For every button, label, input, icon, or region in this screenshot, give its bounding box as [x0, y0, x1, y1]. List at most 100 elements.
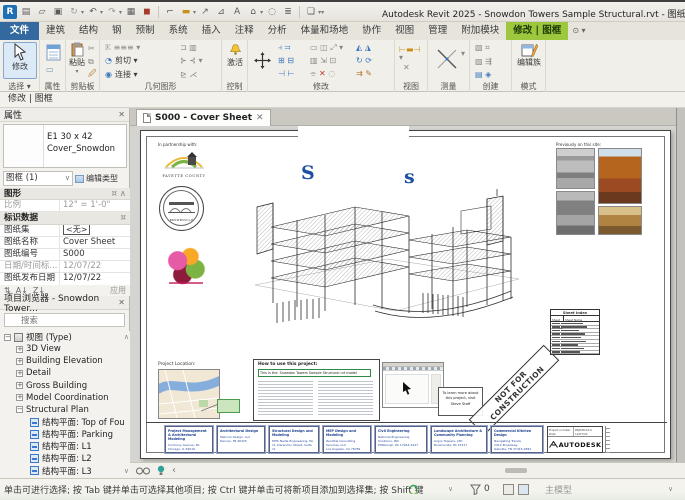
customize-qat-icon[interactable]: ▾	[321, 9, 324, 16]
status-right-dropdown-icon[interactable]: ∨	[668, 485, 673, 493]
move-icon[interactable]	[254, 52, 271, 69]
mirror-icon[interactable]: ◭ ◮	[356, 44, 371, 52]
offset-icon[interactable]: ⊞ ⊟	[278, 57, 294, 65]
tab-precast[interactable]: 预制	[129, 22, 162, 40]
issue-date-value[interactable]: 12/07/22	[60, 273, 130, 284]
browser-item-plan-parking[interactable]: 结构平面: Parking	[0, 428, 130, 440]
tab-modify-titleblock[interactable]: 修改 | 图框	[506, 22, 568, 40]
print-icon[interactable]: ▦	[124, 5, 138, 19]
align-icon[interactable]: ⫞ ⫤	[278, 44, 291, 52]
panel-label-measure[interactable]: 测量	[428, 81, 469, 92]
expand-icon[interactable]: +	[16, 382, 23, 389]
edit-family-button[interactable]: 编辑族	[516, 42, 542, 67]
activate-controls-button[interactable]: 激活	[225, 43, 245, 68]
sheet-set-value[interactable]: <无>	[63, 225, 90, 235]
modify-button[interactable]: 修改	[3, 42, 37, 79]
collapse-icon[interactable]: −	[16, 406, 23, 413]
edit-type-button[interactable]: 编辑类型	[75, 171, 127, 186]
sync-dropdown-icon[interactable]: ▾	[81, 9, 84, 16]
tab-massing-site[interactable]: 体量和场地	[294, 22, 356, 40]
panel-label-select[interactable]: 选择 ▾	[0, 81, 39, 92]
tab-annotate[interactable]: 注释	[228, 22, 261, 40]
tab-collaborate[interactable]: 协作	[355, 22, 388, 40]
editing-requests-icon[interactable]	[503, 484, 514, 495]
sync-icon[interactable]: ↻	[67, 5, 81, 19]
modify-grid-row3[interactable]: ⌯ ✕ ◌	[310, 70, 335, 78]
panel-label-mode[interactable]: 模式	[512, 81, 545, 92]
cut-small-icon[interactable]: ✂	[88, 45, 95, 53]
paste-button[interactable]: 粘贴 ▾	[68, 42, 86, 75]
tab-s000-cover-sheet[interactable]: S000 - Cover Sheet ✕	[136, 109, 271, 126]
browser-item-structural-plan[interactable]: −Structural Plan	[0, 404, 130, 416]
tab-insert[interactable]: 插入	[195, 22, 228, 40]
panel-label-modify[interactable]: 修改	[248, 81, 394, 92]
measure-tool-icon[interactable]	[436, 46, 458, 72]
scroll-down-icon[interactable]: ∨	[124, 467, 129, 475]
measure-icon[interactable]: ▬	[179, 5, 193, 19]
modify-grid-row2[interactable]: ▥ ⇲ ⊡	[310, 57, 336, 65]
browser-item-views[interactable]: −视图 (Type)∧	[0, 331, 130, 343]
trim-icon[interactable]: ⊣ ⊢	[278, 70, 294, 78]
expand-icon[interactable]: +	[16, 346, 23, 353]
redo-dropdown-icon[interactable]: ▾	[119, 9, 122, 16]
panel-label-geometry[interactable]: 几何图形	[100, 81, 221, 92]
aligned-dimension-icon[interactable]: ↗	[198, 5, 212, 19]
save-icon[interactable]: ▣	[51, 5, 65, 19]
geometry-small-icon-1[interactable]: ⊐ ▥	[180, 44, 197, 52]
cut-geometry-button[interactable]: ◔剪切 ▾	[105, 57, 138, 65]
panel-label-view[interactable]: 视图	[395, 81, 427, 92]
create-assembly-icon[interactable]: ▤ ◈	[475, 71, 491, 79]
ribbon-display-toggle-icon[interactable]: ⊙ ▾	[568, 22, 589, 40]
panel-label-create[interactable]: 创建	[470, 81, 511, 92]
element-filter-dropdown[interactable]: 图框 (1)∨	[3, 171, 73, 186]
browser-item-gross-building[interactable]: +Gross Building	[0, 380, 130, 392]
text-icon[interactable]: A	[230, 5, 244, 19]
tab-close-icon[interactable]: ✕	[256, 113, 264, 123]
tab-view[interactable]: 视图	[388, 22, 421, 40]
create-similar-icon[interactable]: ▨ ⇶	[475, 58, 492, 66]
panel-label-clipboard[interactable]: 剪贴板	[66, 81, 99, 92]
browser-item-plan-top-of-foundation[interactable]: 结构平面: Top of Fou	[0, 416, 130, 428]
worksets-dropdown-icon[interactable]: ∨	[448, 485, 453, 493]
expand-icon[interactable]: +	[16, 370, 23, 377]
tab-steel[interactable]: 钢	[105, 22, 129, 40]
tab-architecture[interactable]: 建筑	[39, 22, 72, 40]
close-inactive-windows-icon[interactable]: ◼	[140, 5, 154, 19]
switch-windows-icon[interactable]: ❏	[304, 5, 318, 19]
thin-lines-icon[interactable]: ≣	[281, 5, 295, 19]
browser-item-model-coordination[interactable]: +Model Coordination	[0, 392, 130, 404]
create-group-icon[interactable]: ▧ ⌗	[475, 44, 490, 52]
measure-dropdown-icon[interactable]: ▾	[193, 9, 196, 16]
expand-icon[interactable]: +	[16, 394, 23, 401]
monitor-icon[interactable]: ▭	[46, 66, 54, 74]
undo-icon[interactable]: ↶	[86, 5, 100, 19]
browser-item-plan-l2[interactable]: 结构平面: L2	[0, 452, 130, 464]
project-browser-close-icon[interactable]: ✕	[118, 298, 125, 307]
join-geometry-button[interactable]: ◉连接 ▾	[105, 71, 138, 79]
horizontal-scrollbar-thumb[interactable]	[505, 468, 527, 473]
properties-close-icon[interactable]: ✕	[118, 110, 125, 119]
tab-addins[interactable]: 附加模块	[454, 22, 506, 40]
tab-systems[interactable]: 系统	[162, 22, 195, 40]
tab-manage[interactable]: 管理	[421, 22, 454, 40]
panel-label-properties[interactable]: 属性	[40, 81, 65, 92]
tag-icon[interactable]: ⊿	[214, 5, 228, 19]
properties-button[interactable]	[44, 44, 62, 61]
expand-icon[interactable]: +	[16, 358, 23, 365]
folder-open-icon[interactable]: ▱	[35, 5, 49, 19]
sheet-name-value[interactable]: Cover Sheet	[60, 237, 130, 248]
sheet-number-value[interactable]: S000	[60, 249, 130, 260]
visibility-icon[interactable]: ✕	[403, 64, 410, 72]
browser-item-3d-view[interactable]: +3D View	[0, 343, 130, 355]
default-3d-view-icon[interactable]: ⌂	[246, 5, 260, 19]
tab-file[interactable]: 文件	[0, 22, 39, 40]
geometry-small-icon-2[interactable]: ⊱ ⊰ ▾	[180, 57, 203, 65]
rotate-icon[interactable]: ↻ ⟳	[356, 57, 372, 65]
render-icon[interactable]: ◌	[265, 5, 279, 19]
selection-filter-icon[interactable]	[470, 484, 481, 495]
search-input[interactable]	[4, 313, 125, 327]
browser-item-plan-l3[interactable]: 结构平面: L3∨	[0, 465, 130, 477]
group-graphics[interactable]: 图形¤ ∧	[0, 188, 130, 200]
scroll-up-icon[interactable]: ∧	[124, 333, 129, 341]
reveal-hidden-icon[interactable]: ‹	[172, 465, 176, 476]
